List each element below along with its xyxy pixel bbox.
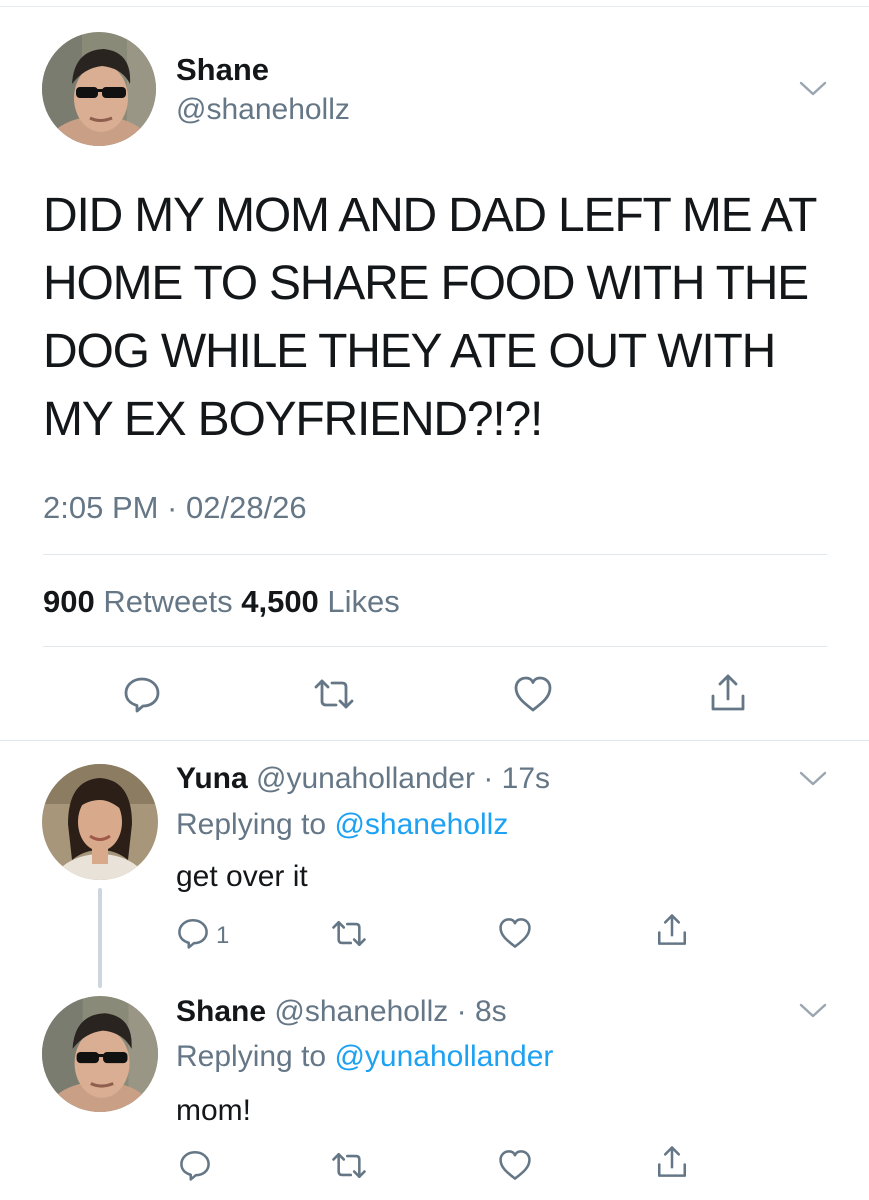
share-icon bbox=[657, 914, 687, 945]
likes-count[interactable]: 4,500 bbox=[241, 584, 319, 619]
retweets-label[interactable]: Retweets bbox=[103, 584, 232, 619]
retweet-icon bbox=[314, 679, 354, 709]
retweet-button[interactable] bbox=[330, 918, 368, 949]
reply-time[interactable]: · 8s bbox=[457, 995, 507, 1028]
reply-button[interactable] bbox=[122, 674, 162, 714]
reply-time[interactable]: · 17s bbox=[483, 762, 550, 795]
reply-author-handle[interactable]: @shanehollz bbox=[274, 995, 448, 1028]
like-icon bbox=[514, 676, 552, 712]
like-button[interactable] bbox=[512, 674, 554, 714]
replying-mention[interactable]: @yunahollander bbox=[334, 1040, 553, 1073]
divider bbox=[0, 740, 869, 741]
thread-line bbox=[98, 888, 102, 988]
replying-to: Replying to @yunahollander bbox=[176, 1040, 553, 1074]
reply-text: get over it bbox=[176, 860, 308, 893]
reply-icon bbox=[180, 1150, 210, 1181]
reply-author-name[interactable]: Yuna bbox=[176, 762, 248, 795]
share-button[interactable] bbox=[655, 1144, 689, 1180]
likes-label[interactable]: Likes bbox=[327, 584, 399, 619]
reply-author-handle[interactable]: @yunahollander bbox=[256, 762, 475, 795]
replying-mention[interactable]: @shanehollz bbox=[334, 808, 508, 841]
retweet-button[interactable] bbox=[330, 1150, 368, 1181]
avatar-shane[interactable] bbox=[42, 996, 158, 1112]
share-button[interactable] bbox=[655, 912, 689, 948]
replying-prefix: Replying to bbox=[176, 1040, 327, 1073]
reply-button[interactable] bbox=[178, 1148, 212, 1182]
divider bbox=[43, 646, 827, 647]
reply-text: mom! bbox=[176, 1094, 251, 1127]
author-handle[interactable]: @shanehollz bbox=[176, 93, 350, 127]
tweet-text: DID MY MOM AND DAD LEFT ME AT HOME TO SH… bbox=[43, 189, 817, 446]
replying-prefix: Replying to bbox=[176, 808, 327, 841]
reply-icon bbox=[124, 677, 160, 713]
chevron-down-icon[interactable] bbox=[798, 1002, 828, 1020]
author-name[interactable]: Shane bbox=[176, 52, 269, 88]
chevron-down-icon[interactable] bbox=[798, 770, 828, 788]
avatar-shane[interactable] bbox=[42, 32, 156, 146]
reply-button[interactable] bbox=[176, 916, 210, 950]
retweets-count[interactable]: 900 bbox=[43, 584, 95, 619]
share-button[interactable] bbox=[708, 672, 748, 714]
share-icon bbox=[711, 674, 745, 711]
retweet-button[interactable] bbox=[312, 676, 356, 712]
reply-header: Yuna @yunahollander · 17s bbox=[176, 762, 550, 796]
divider bbox=[43, 554, 827, 555]
tweet-timestamp[interactable]: 2:05 PM · 02/28/26 bbox=[43, 490, 307, 526]
tweet-stats: 900 Retweets 4,500 Likes bbox=[43, 584, 400, 620]
retweet-icon bbox=[332, 921, 366, 946]
reply-count: 1 bbox=[216, 922, 230, 949]
chevron-down-icon[interactable] bbox=[798, 80, 828, 98]
replying-to: Replying to @shanehollz bbox=[176, 808, 508, 842]
like-icon bbox=[499, 918, 531, 948]
share-icon bbox=[657, 1146, 687, 1177]
like-button[interactable] bbox=[497, 1148, 533, 1182]
like-icon bbox=[499, 1150, 531, 1180]
reply-header: Shane @shanehollz · 8s bbox=[176, 995, 507, 1029]
avatar-yuna[interactable] bbox=[42, 764, 158, 880]
like-button[interactable] bbox=[497, 916, 533, 950]
reply-icon bbox=[178, 918, 208, 949]
top-divider bbox=[0, 6, 869, 7]
reply-author-name[interactable]: Shane bbox=[176, 995, 266, 1028]
retweet-icon bbox=[332, 1153, 366, 1178]
